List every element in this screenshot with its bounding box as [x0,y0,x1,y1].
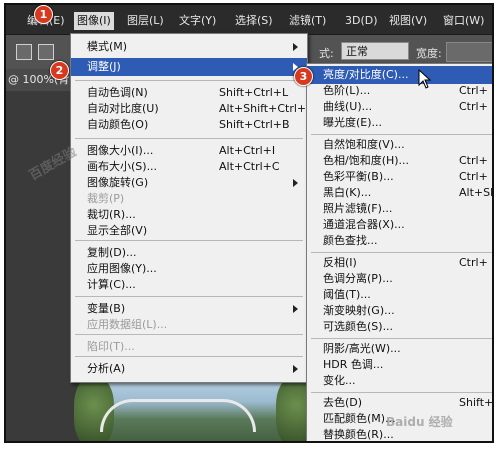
mode-label: 式: [319,47,334,60]
add-selection-icon[interactable] [38,44,54,60]
menu-window[interactable]: 窗口(W) [440,12,487,30]
menu-row[interactable]: 显示全部(V) [71,222,307,240]
mode-select[interactable]: 正常 [341,42,409,60]
submenu-arrow-icon [293,305,298,313]
menu-item-label: 变化... [323,374,356,387]
submenu-arrow-icon [293,179,298,187]
step-badge-1: 1 [34,5,53,24]
menu-separator [75,138,303,139]
menu-filter[interactable]: 滤镜(T) [286,12,329,30]
mouse-cursor-icon [418,69,432,89]
photo-bridge [74,377,316,441]
menu-layer[interactable]: 图层(L) [124,12,167,30]
photoshop-window: 编辑(E) 图像(I) 图层(L) 文字(Y) 选择(S) 滤镜(T) 3D(D… [4,3,494,443]
bridge [100,399,256,432]
menu-row[interactable]: 模式(M) [71,38,307,56]
submenu-arrow-icon [293,365,298,373]
menu-item-label: 应用数据组(L)... [87,318,168,331]
menu-item-label: 色调均化(Q) [323,442,384,443]
width-input[interactable] [446,42,492,62]
menu-item-label: 调整(J) [87,60,121,73]
watermark-bottom: Baidu 经验 [386,415,453,429]
image-menu: 模式(M) 调整(J) 自动色调(N) Shift+Ctrl+L 自动对比度(U) Alt… [70,33,312,383]
menu-row[interactable]: 变化... [307,372,492,390]
menu-row[interactable]: 曝光度(E)... [307,114,492,132]
menu-type[interactable]: 文字(Y) [176,12,219,30]
menu-item-label: 曝光度(E)... [323,116,383,129]
menu-row: 应用数据组(L)... [71,316,307,334]
menu-separator [75,334,303,335]
menu-row[interactable]: 可选颜色(S)... [307,318,492,336]
menu-separator [311,338,492,339]
menu-item-label: 颜色查找... [323,234,378,247]
menu-view[interactable]: 视图(V) [386,12,430,30]
menu-row[interactable]: 计算(C)... [71,276,307,294]
menu-row[interactable]: 色调均化(Q) [307,442,494,443]
menu-separator [75,356,303,357]
menu-separator [75,240,303,241]
width-label: 宽度: [416,47,442,60]
menu-row[interactable]: 颜色查找... [307,232,492,250]
menu-image[interactable]: 图像(I) [74,12,114,30]
menu-item-label: 计算(C)... [87,278,136,291]
menu-row[interactable]: 自动颜色(O) Shift+Ctrl+B [71,116,307,134]
step-badge-3: 3 [294,67,313,86]
menu-row[interactable]: 分析(A) [71,360,307,378]
menu-select[interactable]: 选择(S) [232,12,276,30]
menu-separator [311,252,492,253]
menu-item-label: 陷印(T)... [87,340,135,353]
new-selection-icon[interactable] [16,44,32,60]
menu-item-label: 模式(M) [87,40,128,53]
adjustments-submenu: 亮度/对比度(C)... 色阶(L)... Ctrl+ 曲线(U)... Ctrl+ 曝光… [306,63,494,443]
menu-item-label: 替换颜色(R)... [323,428,394,441]
menu-3d[interactable]: 3D(D) [342,12,381,30]
menu-separator [311,392,492,393]
menu-separator [75,296,303,297]
menu-item-label: 自动颜色(O) [87,118,149,131]
submenu-arrow-icon [293,43,298,51]
menu-bar: 编辑(E) 图像(I) 图层(L) 文字(Y) 选择(S) 滤镜(T) 3D(D… [6,5,492,35]
menu-row[interactable]: 调整(J) [71,58,307,76]
menu-item-label: 可选颜色(S)... [323,320,394,333]
menu-separator [75,80,303,81]
menu-separator [311,134,492,135]
menu-item-shortcut: Shift+Ctrl+B [219,118,290,131]
step-badge-2: 2 [50,61,69,80]
menu-item-label: 分析(A) [87,362,126,375]
menu-item-label: 显示全部(V) [87,224,148,237]
menu-row: 陷印(T)... [71,338,307,356]
